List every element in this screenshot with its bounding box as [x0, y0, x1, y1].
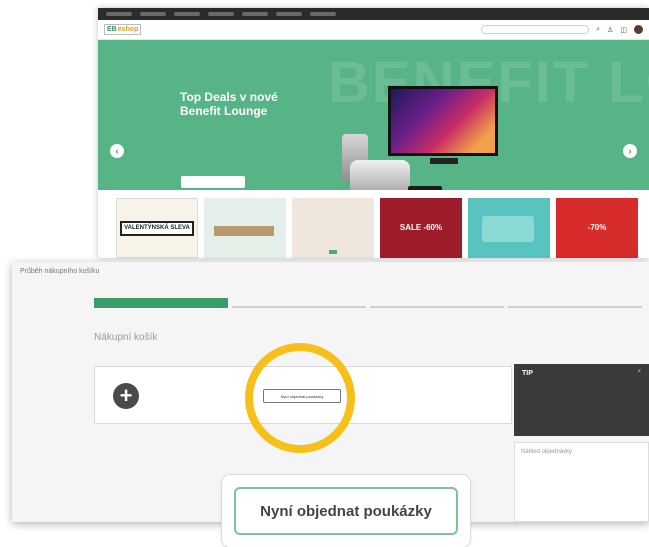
browser-tab[interactable] [140, 12, 166, 16]
progress-step-2[interactable] [232, 298, 366, 308]
order-summary: Náhled objednávky [514, 442, 649, 522]
promo-tile-fashion[interactable] [292, 198, 374, 258]
search-input[interactable] [481, 25, 590, 34]
promo-tile-label: SALE -60% [399, 223, 443, 232]
promo-tiles: VALENTÝNSKÁ SLEVA SALE -60% -70% [116, 198, 638, 258]
browser-tab[interactable] [208, 12, 234, 16]
speaker-image [408, 186, 442, 190]
site-logo[interactable]: EB eshop [104, 24, 142, 35]
plus-icon[interactable]: + [113, 383, 139, 409]
carousel-prev-button[interactable]: ‹ [110, 144, 124, 158]
progress-step-1[interactable] [94, 298, 228, 308]
promo-tile-discount[interactable]: -70% [556, 198, 638, 258]
logo-accent: eshop [117, 26, 139, 33]
close-icon[interactable]: × [637, 369, 641, 375]
hero-title: Top Deals v nové Benefit Lounge [180, 90, 300, 118]
highlight-ring [245, 343, 355, 453]
summary-heading: Náhled objednávky [521, 449, 573, 455]
carousel-next-button[interactable]: › [623, 144, 637, 158]
promo-tile-teal[interactable] [468, 198, 550, 258]
tip-panel: TIP × [514, 364, 649, 436]
screenshot-stage: EBeshop ⌕ ♙ ◫ BENEFIT LOUNGE Top Deals v… [0, 0, 649, 547]
progress-step-3[interactable] [370, 298, 504, 308]
promo-tile-label: -70% [587, 223, 607, 232]
hero-title-line: Benefit Lounge [180, 104, 268, 118]
promo-tile-label: VALENTÝNSKÁ SLEVA [120, 220, 194, 236]
teal-product-image [482, 216, 534, 242]
browser-tab[interactable] [310, 12, 336, 16]
cart-icon[interactable]: ◫ [620, 26, 627, 34]
order-vouchers-button-zoomed[interactable]: Nyní objednat poukázky [234, 487, 458, 535]
browser-tab-bar [98, 8, 649, 20]
progress-step-4[interactable] [508, 298, 642, 308]
kitchen-robot-image [350, 160, 410, 190]
eshop-browser-window: EBeshop ⌕ ♙ ◫ BENEFIT LOUNGE Top Deals v… [98, 8, 649, 258]
tv-image [388, 86, 498, 156]
browser-tab[interactable] [242, 12, 268, 16]
tv-stand-image [430, 158, 458, 164]
zoom-callout: Nyní objednat poukázky [222, 475, 470, 547]
hero-cta-button[interactable] [181, 176, 245, 188]
shelf-image [214, 226, 274, 236]
search-icon[interactable]: ⌕ [596, 26, 600, 34]
checkout-window-title: Průběh nákupního košíku [20, 268, 100, 275]
hero-banner: BENEFIT LOUNGE Top Deals v nové Benefit … [98, 40, 649, 190]
checkout-progress [94, 297, 649, 309]
promo-tile-valentine[interactable]: VALENTÝNSKÁ SLEVA [116, 198, 198, 258]
browser-tab[interactable] [174, 12, 200, 16]
site-header: EB eshop ⌕ ♙ ◫ [98, 20, 649, 40]
promo-tile-badge [329, 250, 337, 254]
avatar[interactable] [634, 25, 643, 34]
promo-tile-shelf[interactable] [204, 198, 286, 258]
browser-tab[interactable] [276, 12, 302, 16]
logo-text: EB [107, 26, 117, 33]
promo-tile-sale[interactable]: SALE -60% [380, 198, 462, 258]
tip-heading: TIP [522, 370, 533, 377]
hero-title-line: Top Deals v nové [180, 90, 278, 104]
cart-heading: Nákupní košík [94, 332, 158, 343]
user-icon[interactable]: ♙ [607, 26, 613, 34]
browser-tab[interactable] [106, 12, 132, 16]
